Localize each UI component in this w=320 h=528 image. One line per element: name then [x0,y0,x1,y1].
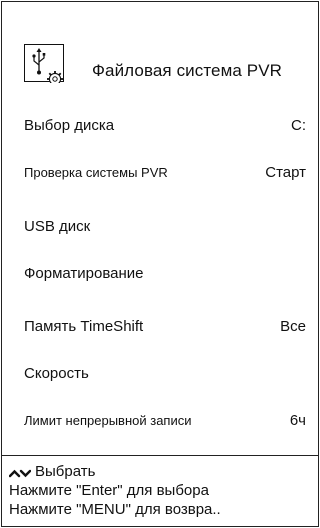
menu-item-disk-select[interactable]: Выбор диска C: [2,114,318,138]
menu-item-usb-disk[interactable]: USB диск [2,215,318,239]
menu-item-value: C: [291,117,306,134]
menu-item-value: Все [280,318,306,335]
select-hint: Выбрать [35,463,96,480]
menu-item-label: Выбор диска [24,117,115,134]
menu-item-recording-limit[interactable]: Лимит непрерывной записи 6ч [2,409,318,433]
page-title: Файловая система PVR [92,61,283,80]
panel-header: Файловая система PVR [2,2,318,112]
menu-item-label: Скорость [24,365,89,382]
menu-item-speed[interactable]: Скорость [2,362,318,386]
menu-hint: Нажмите "MENU" для возвра.. [9,501,221,518]
menu-item-value: Старт [265,164,306,181]
menu-item-pvr-check[interactable]: Проверка системы PVR Старт [2,161,318,185]
menu-item-label: Форматирование [24,265,144,282]
enter-hint: Нажмите "Enter" для выбора [9,482,209,499]
settings-panel: Файловая система PVR Выбор диска C: Пров… [1,1,319,527]
up-down-arrows-icon [8,466,32,480]
menu-item-label: Лимит непрерывной записи [24,413,192,428]
menu-item-label: USB диск [24,218,91,235]
menu-item-formatting[interactable]: Форматирование [2,262,318,286]
menu-item-label: Проверка системы PVR [24,165,168,180]
menu-item-label: Память TimeShift [24,318,144,335]
footer-hints: Выбрать Нажмите "Enter" для выбора Нажми… [2,456,318,526]
menu-item-timeshift-memory[interactable]: Память TimeShift Все [2,315,318,339]
menu-item-value: 6ч [289,412,306,429]
usb-gear-icon [24,44,64,87]
